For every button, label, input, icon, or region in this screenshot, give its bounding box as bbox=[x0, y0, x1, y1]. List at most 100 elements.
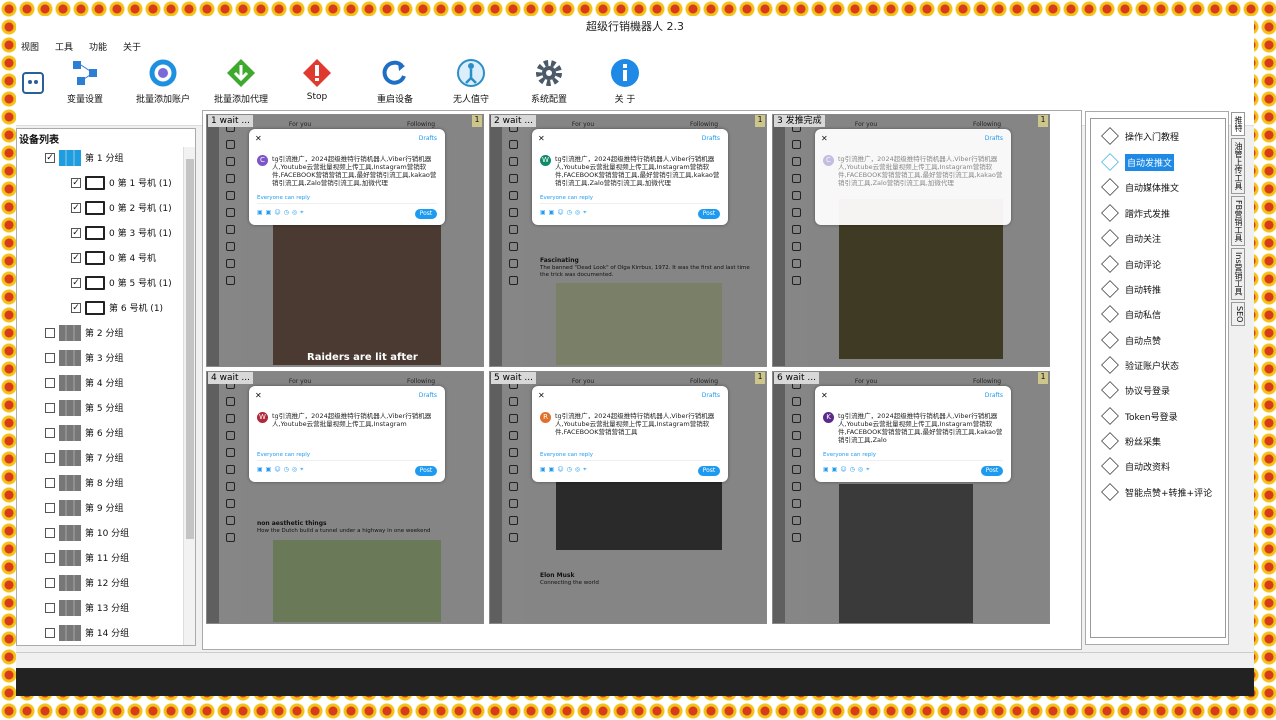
phone-node[interactable]: ✓ 0 第 2 号机 (1) bbox=[71, 195, 172, 220]
group-checkbox[interactable] bbox=[45, 552, 55, 563]
tab-ins-marketing[interactable]: Ins营销工具 bbox=[1231, 248, 1245, 300]
feed-image[interactable] bbox=[556, 480, 722, 550]
group-node[interactable]: 第 4 分组 bbox=[45, 370, 123, 395]
post-button[interactable]: Post bbox=[698, 209, 720, 219]
function-item[interactable]: 智能点赞+转推+评论 bbox=[1101, 481, 1212, 503]
group-checkbox[interactable] bbox=[45, 352, 55, 363]
drafts-link[interactable]: Drafts bbox=[702, 392, 720, 399]
function-item[interactable]: 验证账户状态 bbox=[1101, 354, 1179, 376]
drafts-link[interactable]: Drafts bbox=[985, 392, 1003, 399]
function-item[interactable]: 协议号登录 bbox=[1101, 379, 1170, 401]
video-thumbnail[interactable]: Raiders are lit after bbox=[273, 225, 441, 365]
phone-node[interactable]: ✓ 0 第 5 号机 (1) bbox=[71, 270, 172, 295]
close-icon[interactable]: ✕ bbox=[821, 134, 828, 143]
group-checkbox[interactable] bbox=[45, 527, 55, 538]
phone-node[interactable]: ✓ 0 第 4 号机 bbox=[71, 245, 156, 270]
group-node[interactable]: 第 13 分组 bbox=[45, 595, 129, 620]
post-button[interactable]: Post bbox=[981, 466, 1003, 476]
group-checkbox[interactable] bbox=[45, 377, 55, 388]
reply-setting[interactable]: Everyone can reply bbox=[540, 452, 593, 458]
tab-youtube-upload[interactable]: 油管上传工具 bbox=[1231, 138, 1245, 194]
function-item[interactable]: 操作入门教程 bbox=[1101, 125, 1179, 147]
about-button[interactable]: 关 于 bbox=[588, 58, 662, 105]
group-node[interactable]: 第 8 分组 bbox=[45, 470, 123, 495]
close-icon[interactable]: ✕ bbox=[538, 391, 545, 400]
group-checkbox[interactable]: ✓ bbox=[45, 152, 55, 163]
group-node[interactable]: 第 3 分组 bbox=[45, 345, 123, 370]
tweet-text[interactable]: tg引流推广，2024超级推特行销机器人,Viber行销机器人,Youtube云… bbox=[555, 412, 720, 446]
group-node[interactable]: 第 14 分组 bbox=[45, 620, 129, 643]
group-node[interactable]: 第 12 分组 bbox=[45, 570, 129, 595]
function-item[interactable]: Token号登录 bbox=[1101, 405, 1178, 427]
device-screen-5[interactable]: 5 wait ... 1 For you Following Elon Musk … bbox=[489, 371, 767, 624]
group-checkbox[interactable] bbox=[45, 427, 55, 438]
media-toolbar[interactable]: ▣▣☺◷◎⌖ bbox=[540, 466, 589, 474]
reply-setting[interactable]: Everyone can reply bbox=[257, 195, 310, 201]
phone-checkbox[interactable]: ✓ bbox=[71, 302, 81, 313]
close-icon[interactable]: ✕ bbox=[538, 134, 545, 143]
feed-image[interactable] bbox=[273, 540, 441, 622]
drafts-link[interactable]: Drafts bbox=[419, 135, 437, 142]
reply-setting[interactable]: Everyone can reply bbox=[257, 452, 310, 458]
restart-devices-button[interactable]: 重启设备 bbox=[358, 58, 432, 105]
media-toolbar[interactable]: ▣▣☺◷◎⌖ bbox=[540, 209, 589, 217]
group-node[interactable]: 第 10 分组 bbox=[45, 520, 129, 545]
menu-about[interactable]: 关于 bbox=[123, 40, 141, 53]
device-screen-4[interactable]: 4 wait ... For you Following non aestheti… bbox=[206, 371, 484, 624]
add-proxies-button[interactable]: 批量添加代理 bbox=[204, 58, 278, 105]
tweet-text[interactable]: tg引流推广，2024超级推特行销机器人,Viber行销机器人,Youtube云… bbox=[838, 155, 1003, 189]
phone-node[interactable]: ✓ 第 6 号机 (1) bbox=[71, 295, 163, 320]
menu-view[interactable]: 视图 bbox=[21, 40, 39, 53]
feed-image[interactable] bbox=[839, 484, 973, 623]
tab-seo[interactable]: SEO bbox=[1231, 301, 1245, 327]
device-screen-6[interactable]: 6 wait ... 1 For you Following ✕ Drafts K… bbox=[772, 371, 1050, 624]
device-screen-1[interactable]: 1 wait ... 1 For you Following Raiders ar… bbox=[206, 114, 484, 367]
group-checkbox[interactable] bbox=[45, 402, 55, 413]
phone-checkbox[interactable]: ✓ bbox=[71, 277, 81, 288]
function-item[interactable]: 自动发推文 bbox=[1101, 151, 1175, 173]
group-node[interactable]: 第 5 分组 bbox=[45, 395, 123, 420]
group-checkbox[interactable] bbox=[45, 477, 55, 488]
feed-image[interactable] bbox=[556, 283, 722, 365]
drafts-link[interactable]: Drafts bbox=[419, 392, 437, 399]
drafts-link[interactable]: Drafts bbox=[985, 135, 1003, 142]
group-checkbox[interactable] bbox=[45, 502, 55, 513]
group-checkbox[interactable] bbox=[45, 452, 55, 463]
group-checkbox[interactable] bbox=[45, 327, 55, 338]
group-node[interactable]: ✓ 第 1 分组 bbox=[45, 145, 123, 170]
phone-checkbox[interactable]: ✓ bbox=[71, 227, 81, 238]
function-item[interactable]: 自动评论 bbox=[1101, 253, 1161, 275]
close-icon[interactable]: ✕ bbox=[255, 134, 262, 143]
scrollbar-thumb[interactable] bbox=[186, 159, 194, 539]
close-icon[interactable]: ✕ bbox=[821, 391, 828, 400]
function-item[interactable]: 自动点赞 bbox=[1101, 329, 1161, 351]
tweet-text[interactable]: tg引流推广，2024超级推特行销机器人,Viber行销机器人,Youtube云… bbox=[555, 155, 720, 189]
function-item[interactable]: 粉丝采集 bbox=[1101, 430, 1161, 452]
group-checkbox[interactable] bbox=[45, 627, 55, 638]
function-item[interactable]: 自动转推 bbox=[1101, 278, 1161, 300]
phone-checkbox[interactable]: ✓ bbox=[71, 202, 81, 213]
media-toolbar[interactable]: ▣▣☺◷◎⌖ bbox=[257, 466, 306, 474]
tab-twitter[interactable]: 推特 bbox=[1231, 112, 1245, 136]
system-config-button[interactable]: 系统配置 bbox=[512, 58, 586, 105]
tweet-text[interactable]: tg引流推广，2024超级推特行销机器人,Viber行销机器人,Youtube云… bbox=[838, 412, 1003, 446]
phone-checkbox[interactable]: ✓ bbox=[71, 252, 81, 263]
group-node[interactable]: 第 2 分组 bbox=[45, 320, 123, 345]
phone-node[interactable]: ✓ 0 第 3 号机 (1) bbox=[71, 220, 172, 245]
group-checkbox[interactable] bbox=[45, 602, 55, 613]
function-item[interactable]: 蹭炸式发推 bbox=[1101, 202, 1170, 224]
drafts-link[interactable]: Drafts bbox=[702, 135, 720, 142]
close-icon[interactable]: ✕ bbox=[255, 391, 262, 400]
reply-setting[interactable]: Everyone can reply bbox=[823, 452, 876, 458]
device-screen-2[interactable]: 2 wait ... 1 For you Following Fascinatin… bbox=[489, 114, 767, 367]
function-item[interactable]: 自动改资料 bbox=[1101, 455, 1170, 477]
group-node[interactable]: 第 11 分组 bbox=[45, 545, 129, 570]
tab-fb-marketing[interactable]: FB营销工具 bbox=[1231, 196, 1245, 247]
phone-node[interactable]: ✓ 0 第 1 号机 (1) bbox=[71, 170, 172, 195]
post-button[interactable]: Post bbox=[415, 466, 437, 476]
unattended-button[interactable]: 无人值守 bbox=[434, 58, 508, 105]
group-checkbox[interactable] bbox=[45, 577, 55, 588]
menu-tools[interactable]: 工具 bbox=[55, 40, 73, 53]
tweet-text[interactable]: tg引流推广，2024超级推特行销机器人,Viber行销机器人,Youtube云… bbox=[272, 412, 437, 446]
function-item[interactable]: 自动关注 bbox=[1101, 227, 1161, 249]
